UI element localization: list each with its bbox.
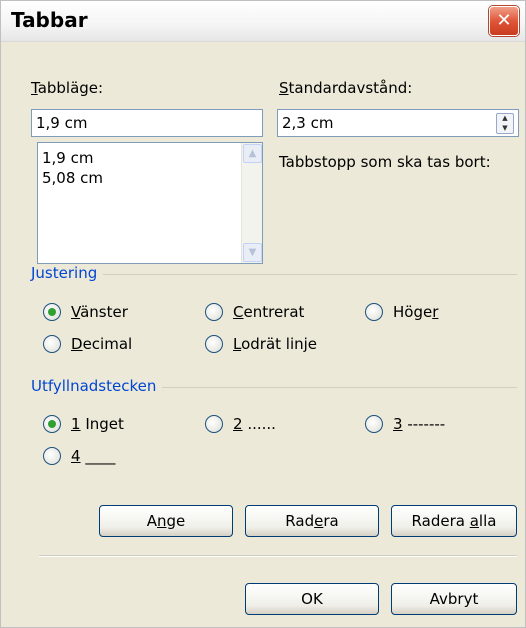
clear-button[interactable]: Radera [245, 505, 379, 537]
radio-selected-dot [48, 308, 56, 316]
tab-position-input[interactable]: 1,9 cm [31, 109, 263, 137]
spin-up-icon[interactable]: ▲ [497, 114, 513, 123]
radio-left-label[interactable]: Vänster [71, 303, 128, 321]
scrollbar[interactable]: ▲ ▼ [241, 143, 262, 263]
radio-selected-dot [48, 420, 56, 428]
cancel-button[interactable]: Avbryt [391, 583, 517, 615]
list-item[interactable]: 1,9 cm [42, 149, 93, 167]
default-spacing-value: 2,3 cm [282, 114, 334, 132]
tab-position-label: Tabbläge: [31, 79, 104, 97]
ok-button[interactable]: OK [245, 583, 379, 615]
radio-leader-dots-label[interactable]: 2 ...... [233, 415, 276, 433]
default-spacing-input[interactable]: 2,3 cm ▲ ▼ [277, 109, 519, 137]
radio-bar-label[interactable]: Lodrät linje [233, 335, 317, 353]
radio-leader-dots[interactable] [205, 415, 223, 433]
scroll-down-button[interactable]: ▼ [243, 243, 262, 262]
leader-group-title: Utfyllnadstecken [31, 377, 163, 395]
separator [39, 555, 517, 557]
clear-all-button[interactable]: Radera alla [391, 505, 517, 537]
default-spacing-label: Standardavstånd: [279, 79, 413, 97]
radio-bar[interactable] [205, 335, 223, 353]
close-button[interactable]: ✕ [489, 6, 519, 36]
list-item[interactable]: 5,08 cm [42, 169, 103, 187]
chevron-down-icon: ▼ [248, 247, 257, 258]
radio-leader-underline-label[interactable]: 4 ____ [71, 447, 115, 465]
radio-right-label[interactable]: Höger [393, 303, 438, 321]
radio-decimal-label[interactable]: Decimal [71, 335, 132, 353]
tab-position-list[interactable]: 1,9 cm 5,08 cm ▲ ▼ [37, 142, 263, 264]
radio-center-label[interactable]: Centrerat [233, 303, 304, 321]
alignment-divider [39, 274, 517, 275]
radio-decimal[interactable] [43, 335, 61, 353]
spin-down-icon[interactable]: ▼ [497, 124, 513, 133]
set-button[interactable]: Ange [99, 505, 233, 537]
alignment-group-title: Justering [31, 264, 104, 282]
radio-leader-dashes[interactable] [365, 415, 383, 433]
chevron-up-icon: ▲ [248, 148, 257, 159]
radio-leader-dashes-label[interactable]: 3 ------- [393, 415, 445, 433]
tabs-dialog: Tabbar ✕ Tabbläge: 1,9 cm 1,9 cm 5,08 cm… [0, 0, 526, 628]
radio-left[interactable] [43, 303, 61, 321]
tabs-to-clear-label: Tabbstopp som ska tas bort: [279, 153, 491, 171]
spin-button[interactable]: ▲ ▼ [496, 113, 514, 134]
radio-leader-underline[interactable] [43, 447, 61, 465]
scroll-up-button[interactable]: ▲ [243, 144, 262, 163]
close-icon: ✕ [496, 10, 512, 31]
radio-center[interactable] [205, 303, 223, 321]
radio-leader-none-label[interactable]: 1 Inget [71, 415, 124, 433]
dialog-title: Tabbar [11, 8, 88, 32]
title-bar: Tabbar ✕ [1, 1, 525, 42]
radio-right[interactable] [365, 303, 383, 321]
radio-leader-none[interactable] [43, 415, 61, 433]
